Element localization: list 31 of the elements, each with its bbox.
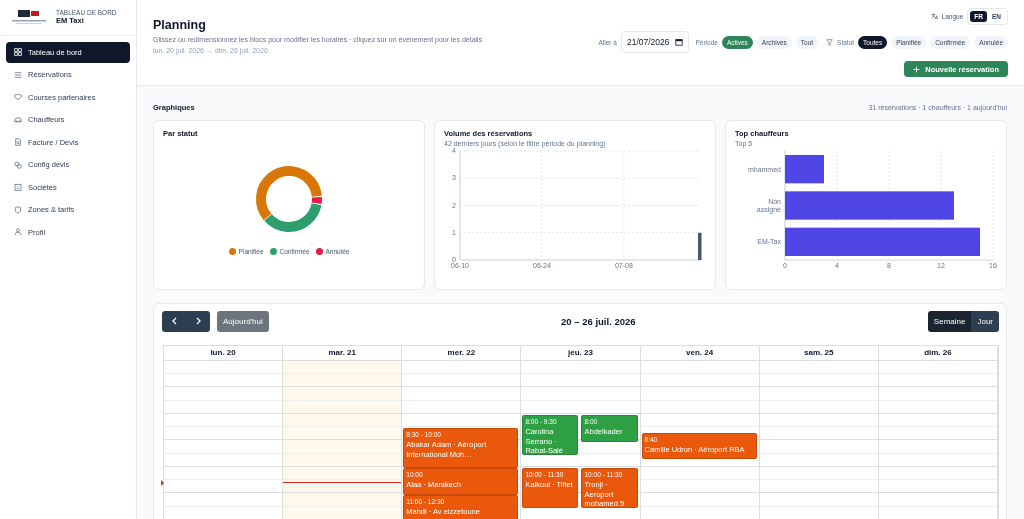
day-header: jeu. 23 [521,346,641,361]
date-field[interactable]: 21/07/2026 [620,31,690,53]
logo-icon [10,7,48,27]
day-header: lun. 20 [164,346,284,361]
current-time-marker [161,479,164,486]
calendar-icon [675,38,684,46]
day-header: sam. 25 [759,346,879,361]
document-icon [14,138,22,147]
day-header: ven. 24 [640,346,760,361]
filter-icon [826,38,834,46]
bar [698,232,702,260]
chevron-right-icon [194,317,202,325]
calendar-title: 20 – 26 juil. 2026 [561,315,636,327]
plus-icon [913,65,921,73]
donut-chart [254,164,324,234]
view-button[interactable]: Semaine [927,310,972,332]
bar [785,155,824,184]
today-button[interactable]: Aujourd'hui [217,310,269,332]
translate-icon [930,13,938,20]
shield-icon [14,205,22,214]
view-button[interactable]: Jour [971,310,999,332]
user-icon [14,228,22,237]
dashboard-icon [14,48,22,57]
chevron-left-icon [170,317,178,325]
page-title: Planning [153,18,207,32]
car-icon [14,115,22,124]
building-icon [14,183,22,192]
list-icon [14,70,22,79]
day-header: dim. 26 [878,346,998,361]
coins-icon [14,160,22,169]
day-header: mer. 22 [402,346,522,361]
